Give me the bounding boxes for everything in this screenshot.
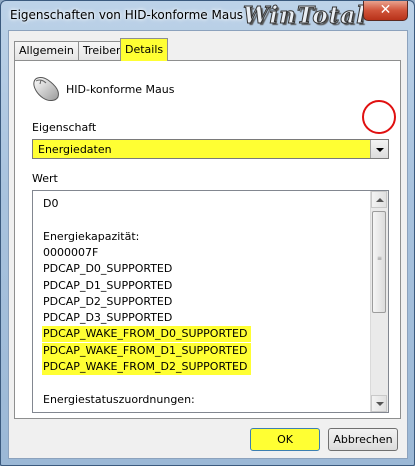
annotation-circle — [362, 100, 396, 134]
value-line: PDCAP_D1_SUPPORTED — [43, 278, 173, 292]
ok-button[interactable]: OK — [250, 428, 320, 451]
value-line: PDCAP_WAKE_FROM_D1_SUPPORTED — [42, 342, 252, 359]
value-line: PDCAP_WAKE_FROM_D0_SUPPORTED — [42, 326, 252, 343]
tab-details[interactable]: Details — [120, 38, 169, 61]
mouse-icon — [33, 77, 59, 101]
value-line: PDCAP_D2_SUPPORTED — [43, 294, 173, 308]
value-line: Energiestatuszuordnungen: — [43, 392, 195, 406]
close-button[interactable]: ✕ — [363, 1, 408, 21]
device-name: HID-konforme Maus — [66, 83, 175, 96]
value-line: PDCAP_D0_SUPPORTED — [43, 262, 173, 276]
tab-allgemein[interactable]: Allgemein — [14, 41, 79, 60]
vertical-scrollbar[interactable]: ≡ — [370, 191, 388, 412]
value-line: 0000007F — [43, 245, 99, 259]
tab-treiber[interactable]: Treiber — [78, 41, 126, 60]
property-dropdown[interactable]: Energiedaten — [32, 139, 389, 159]
scroll-up-button[interactable] — [371, 191, 387, 208]
property-selected-value: Energiedaten — [38, 143, 112, 156]
property-label: Eigenschaft — [32, 121, 97, 134]
value-listbox[interactable]: D0 Energiekapazität: 0000007F PDCAP_D0_SUPP… — [32, 190, 389, 413]
wintotal-logo: WinTotal — [243, 2, 366, 30]
title-bar[interactable]: Eigenschaften von HID-konforme Maus WinT… — [1, 1, 414, 30]
value-label: Wert — [32, 172, 58, 185]
details-panel: HID-konforme Maus Eigenschaft Energiedat… — [14, 60, 401, 419]
value-line: PDCAP_WAKE_FROM_D2_SUPPORTED — [42, 359, 252, 375]
cancel-button[interactable]: Abbrechen — [328, 428, 398, 451]
scrollbar-thumb[interactable]: ≡ — [372, 211, 386, 313]
grip-icon: ≡ — [377, 255, 383, 262]
dialog-client: Allgemein Treiber Details HID-konforme M… — [8, 30, 408, 459]
value-line: Energiekapazität: — [43, 229, 140, 243]
properties-dialog: Eigenschaften von HID-konforme Maus WinT… — [0, 0, 415, 466]
value-line: D0 — [43, 197, 59, 210]
window-title: Eigenschaften von HID-konforme Maus — [10, 8, 244, 22]
value-line: PDCAP_D3_SUPPORTED — [43, 311, 173, 325]
chevron-down-icon[interactable] — [370, 140, 388, 158]
scroll-down-button[interactable] — [371, 395, 387, 412]
